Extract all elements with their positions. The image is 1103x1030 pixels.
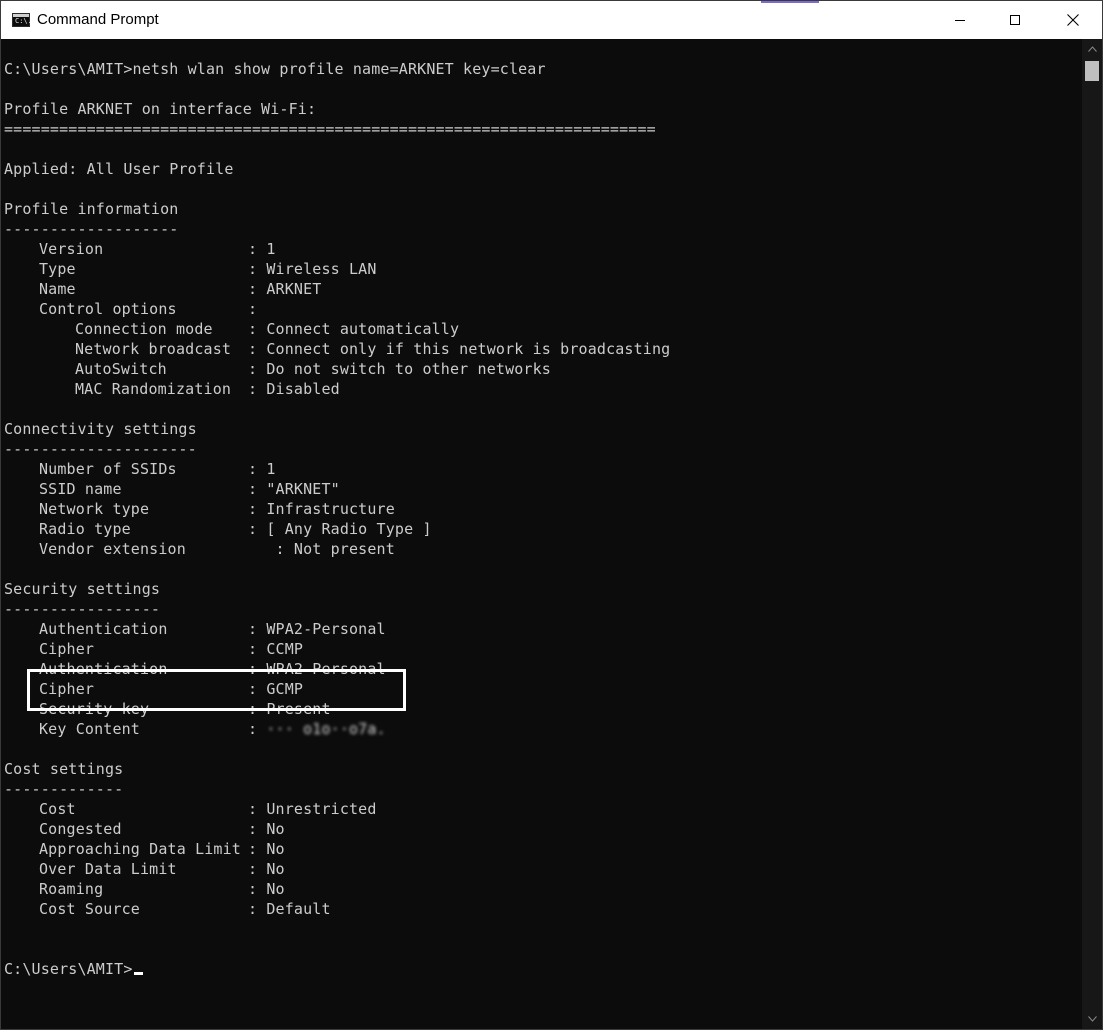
section-underline: ----------------- <box>4 600 161 618</box>
scroll-down-button[interactable] <box>1082 1009 1102 1029</box>
key-content-highlight-box <box>27 669 406 711</box>
window-title: Command Prompt <box>37 11 159 28</box>
key-content-value-blurred: ··· o1o··o7a. <box>266 720 386 738</box>
row-name: Name: ARKNET <box>39 280 322 298</box>
row-cipher: Cipher: CCMP <box>39 640 304 658</box>
title-bar[interactable]: C:\. Command Prompt <box>1 1 1102 39</box>
maximize-button[interactable] <box>986 1 1044 39</box>
section-underline: ------------- <box>4 780 124 798</box>
row-radio-type: Radio type: [ Any Radio Type ] <box>39 520 432 538</box>
row-number-of-ssids: Number of SSIDs: 1 <box>39 460 276 478</box>
section-title-connectivity: Connectivity settings <box>4 420 197 438</box>
section-title-profile: Profile information <box>4 200 179 218</box>
row-key-content: Key Content: ··· o1o··o7a. <box>39 720 386 738</box>
minimize-button[interactable] <box>931 1 989 39</box>
console-output[interactable]: C:\Users\AMIT>netsh wlan show profile na… <box>2 39 1082 1029</box>
command-line: C:\Users\AMIT>netsh wlan show profile na… <box>4 60 546 78</box>
section-title-security: Security settings <box>4 580 161 598</box>
row-mac-randomization: MAC Randomization: Disabled <box>75 380 340 398</box>
text-cursor <box>133 972 143 975</box>
vertical-scrollbar[interactable] <box>1082 39 1102 1029</box>
row-congested: Congested: No <box>39 820 285 838</box>
row-approaching-data-limit: Approaching Data Limit: No <box>39 840 285 858</box>
scroll-down-arrow-icon <box>1087 1016 1097 1022</box>
command-prompt-window: C:\. Command Prompt C:\Users\AMIT>netsh … <box>0 0 1103 1030</box>
scroll-thumb[interactable] <box>1085 61 1099 81</box>
separator-line: ========================================… <box>4 120 656 138</box>
close-icon <box>1067 14 1079 26</box>
section-underline: --------------------- <box>4 440 197 458</box>
profile-header: Profile ARKNET on interface Wi-Fi: <box>4 100 317 118</box>
close-button[interactable] <box>1044 1 1102 39</box>
row-roaming: Roaming: No <box>39 880 285 898</box>
row-autoswitch: AutoSwitch: Do not switch to other netwo… <box>75 360 551 378</box>
scroll-up-button[interactable] <box>1082 39 1102 59</box>
row-ssid-name: SSID name: "ARKNET" <box>39 480 340 498</box>
row-control-options: Control options: <box>39 300 258 318</box>
maximize-icon <box>1010 15 1020 25</box>
prompt-line[interactable]: C:\Users\AMIT> <box>4 959 143 979</box>
row-network-broadcast: Network broadcast: Connect only if this … <box>75 340 671 358</box>
command-prompt-icon: C:\. <box>12 13 32 27</box>
section-title-cost: Cost settings <box>4 760 124 778</box>
minimize-icon <box>955 20 965 21</box>
row-vendor-extension: Vendor extension : Not present <box>39 540 395 558</box>
row-connection-mode: Connection mode: Connect automatically <box>75 320 460 338</box>
row-type: Type: Wireless LAN <box>39 260 377 278</box>
scroll-up-arrow-icon <box>1087 46 1097 52</box>
row-cost-source: Cost Source: Default <box>39 900 331 918</box>
row-over-data-limit: Over Data Limit: No <box>39 860 285 878</box>
applied-line: Applied: All User Profile <box>4 160 234 178</box>
section-underline: ------------------- <box>4 220 179 238</box>
taskbar-accent-strip <box>761 1 819 3</box>
row-version: Version: 1 <box>39 240 276 258</box>
row-authentication: Authentication: WPA2-Personal <box>39 620 386 638</box>
row-cost: Cost: Unrestricted <box>39 800 377 818</box>
row-network-type: Network type: Infrastructure <box>39 500 395 518</box>
